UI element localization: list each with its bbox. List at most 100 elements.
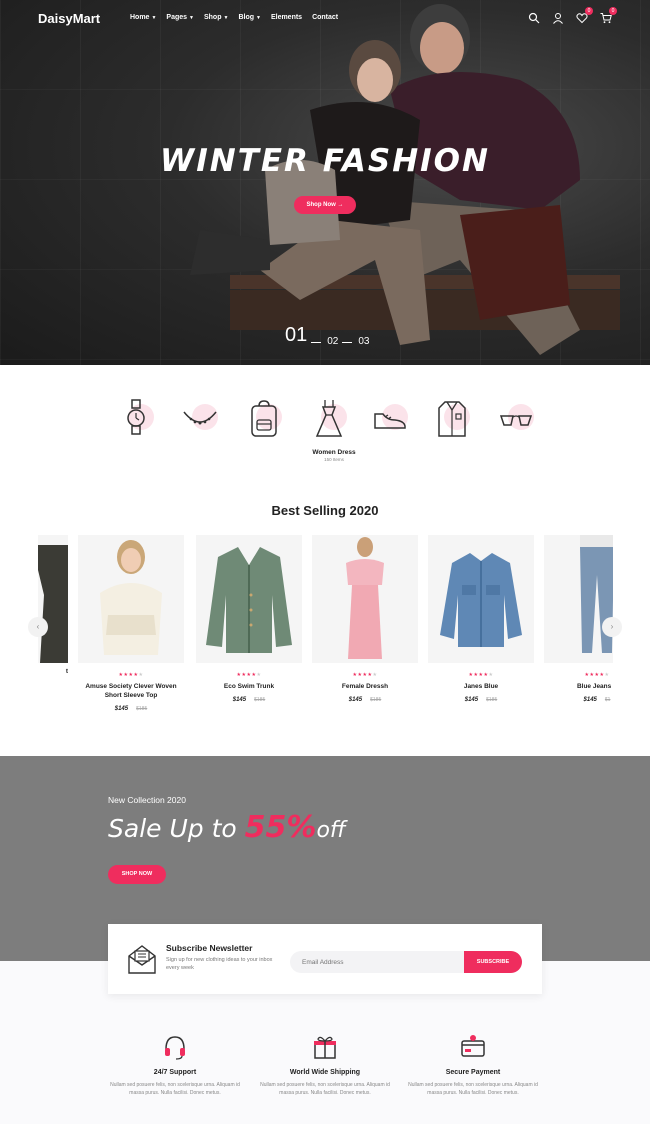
logo[interactable]: DaisyMart [38, 11, 100, 26]
rating-stars: ★★★★★ [468, 672, 494, 678]
feature-text: Nullam sed posuere felis, non scelerisqu… [408, 1082, 538, 1096]
slide-indicator-3[interactable]: 03 [358, 336, 369, 347]
category-shoes[interactable] [370, 398, 410, 458]
product-card[interactable]: ★★★★★ Female Dressh $145 $185 [312, 535, 418, 703]
category-shirt[interactable] [432, 398, 472, 458]
chevron-down-icon: ▼ [256, 14, 261, 21]
feature-support: 24/7 Support Nullam sed posuere felis, n… [110, 1034, 240, 1097]
feature-shipping: World Wide Shipping Nullam sed posuere f… [260, 1034, 390, 1097]
feature-title: Secure Payment [445, 1069, 501, 1076]
arrow-right-icon: → [337, 202, 344, 208]
price-current: $145 [464, 697, 479, 703]
hero-slider: DaisyMart Home ▼ Pages ▼ Shop ▼ Blog ▼ Eleme… [0, 0, 650, 365]
feature-title: World Wide Shipping [289, 1069, 361, 1076]
headset-icon [165, 1036, 185, 1060]
shoe-icon [374, 413, 406, 429]
nav-label: Elements [270, 14, 303, 21]
feature-title: 24/7 Support [153, 1069, 197, 1076]
product-card[interactable]: ★★★★★ Amuse Society Clever Woven Short S… [78, 535, 184, 712]
best-selling-title: Best Selling 2020 [271, 503, 379, 518]
slide-divider [342, 342, 353, 343]
nav-label: Shop [203, 14, 222, 21]
chevron-down-icon: ▼ [189, 14, 194, 21]
card-icon [461, 1035, 485, 1057]
price-old: $185 [136, 706, 148, 712]
subscribe-button[interactable]: SUBSCRIBE [464, 951, 522, 973]
nav-label: Pages [166, 14, 188, 21]
nav-item-home[interactable]: Home ▼ [130, 14, 156, 21]
price-old: $185 [486, 697, 498, 703]
hero-shop-now-button[interactable]: Shop Now → [294, 196, 356, 214]
nav-label: Blog [238, 14, 254, 21]
product-name[interactable]: t [38, 667, 68, 676]
nav-item-elements[interactable]: Elements [271, 14, 302, 21]
category-backpack[interactable] [244, 398, 284, 458]
product-price: $145 $185 [196, 697, 302, 703]
slide-indicator-1[interactable]: 01 [285, 324, 322, 347]
header-actions: 0 0 [528, 7, 617, 24]
product-card[interactable]: ★★★★★ Eco Swim Trunk $145 $185 [196, 535, 302, 703]
sale-suffix: off [316, 818, 346, 843]
product-image [78, 535, 184, 663]
search-icon[interactable] [528, 11, 540, 24]
rating-stars: ★★★★★ [118, 672, 144, 678]
product-image [38, 535, 68, 663]
product-name[interactable]: Eco Swim Trunk [196, 682, 302, 691]
chevron-down-icon: ▼ [151, 14, 157, 21]
email-input[interactable] [290, 951, 466, 973]
chevron-left-icon: ‹ [36, 622, 40, 631]
product-price: $145 $185 [78, 706, 184, 712]
rating-stars: ★★★★★ [236, 672, 262, 678]
category-label: Women Dress [312, 449, 356, 456]
product-card[interactable]: ★★★★★ Blue Jeans F $145 $1 [544, 535, 613, 703]
price-current: $145 [348, 697, 363, 703]
product-card[interactable]: ★★★★★ Janes Blue $145 $185 [428, 535, 534, 703]
slide-divider [311, 342, 322, 343]
nav-item-blog[interactable]: Blog ▼ [238, 14, 261, 21]
product-card[interactable]: t [38, 535, 68, 676]
category-sunglasses[interactable] [496, 398, 536, 458]
nav-item-contact[interactable]: Contact [312, 14, 338, 21]
product-image [312, 535, 418, 663]
category-women-dress[interactable]: Women Dress 150 Items [309, 398, 356, 462]
nav-item-pages[interactable]: Pages ▼ [166, 14, 194, 21]
nav-label: Contact [312, 14, 339, 21]
price-old: $185 [370, 697, 382, 703]
slide-number: 03 [358, 336, 370, 347]
backpack-icon [251, 400, 277, 437]
slide-indicator-2[interactable]: 02 [327, 336, 353, 347]
sale-kicker: New Collection 2020 [108, 795, 186, 805]
cart-icon[interactable]: 0 [600, 7, 617, 24]
feature-text: Nullam sed posuere felis, non scelerisqu… [110, 1082, 240, 1096]
product-carousel: t ★★★★★ Amuse Society Clever Woven Short… [38, 535, 613, 715]
product-name[interactable]: Janes Blue [428, 682, 534, 691]
product-name[interactable]: Amuse Society Clever Woven Short Sleeve … [78, 682, 184, 700]
slide-number: 02 [327, 336, 339, 347]
sale-headline: Sale Up to 55%off [108, 810, 346, 845]
cart-count-badge: 0 [609, 7, 617, 15]
nav-label: Home [130, 14, 150, 21]
wishlist-count-badge: 0 [585, 7, 593, 15]
price-old: $185 [254, 697, 266, 703]
heart-icon[interactable]: 0 [576, 7, 593, 24]
slide-pagination: 01 02 03 [285, 324, 370, 347]
feature-text: Nullam sed posuere felis, non scelerisqu… [260, 1082, 390, 1096]
carousel-prev-button[interactable]: ‹ [28, 617, 48, 637]
price-current: $145 [583, 697, 597, 703]
category-necklace[interactable] [180, 398, 220, 458]
necklace-icon [183, 411, 217, 425]
product-name[interactable]: Female Dressh [312, 682, 418, 691]
product-name[interactable]: Blue Jeans F [544, 682, 613, 691]
menu-bar: Home ▼ Pages ▼ Shop ▼ Blog ▼ Elements Contac… [130, 14, 338, 21]
nav-item-shop[interactable]: Shop ▼ [204, 14, 228, 21]
chevron-down-icon: ▼ [223, 14, 229, 21]
price-old: $1 [604, 697, 611, 703]
product-price: $145 $1 [544, 697, 613, 703]
sale-percent: 55% [244, 810, 317, 845]
carousel-next-button[interactable]: › [602, 617, 622, 637]
category-watch[interactable] [116, 398, 156, 458]
user-icon[interactable] [552, 11, 564, 24]
feature-payment: Secure Payment Nullam sed posuere felis,… [408, 1034, 538, 1097]
sale-shop-now-button[interactable]: SHOP NOW [108, 865, 166, 884]
hero-title: WINTER FASHION [160, 143, 490, 179]
